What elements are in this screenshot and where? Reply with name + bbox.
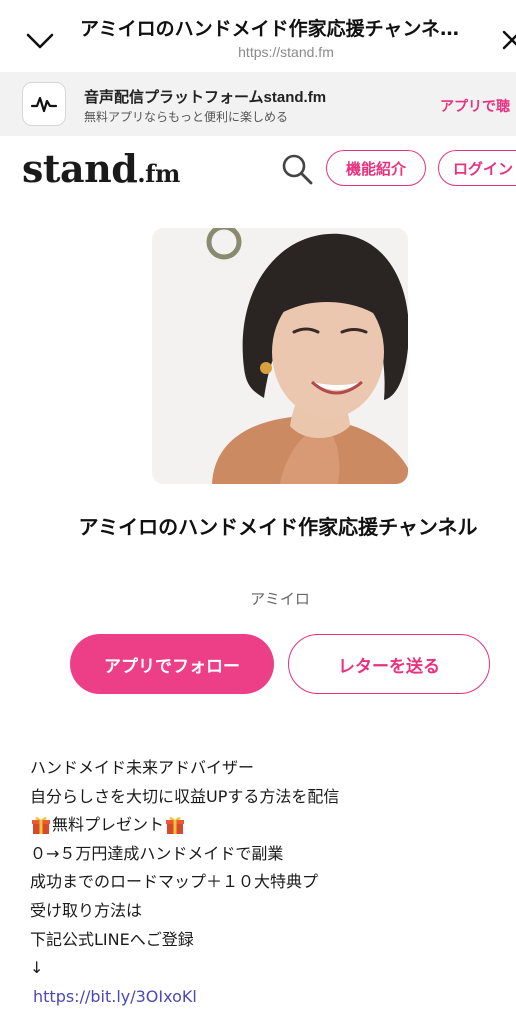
description-line: ↓: [30, 958, 44, 978]
follow-in-app-button[interactable]: アプリでフォロー: [70, 634, 274, 694]
channel-owner[interactable]: アミイロ: [80, 588, 480, 609]
logo-main: stand: [22, 146, 138, 191]
description-line: 無料プレゼント: [30, 811, 486, 840]
app-banner-subtitle: 無料アプリならもっと便利に楽しめる: [84, 110, 289, 124]
gift-icon: [166, 817, 185, 835]
send-letter-button[interactable]: レターを送る: [288, 634, 490, 694]
login-button[interactable]: ログイン: [438, 150, 516, 186]
channel-title: アミイロのハンドメイド作家応援チャンネル: [78, 515, 478, 539]
description-line: 下記公式LINEへご登録: [30, 929, 194, 949]
logo-suffix: .fm: [137, 159, 180, 188]
description-line: ０→５万円達成ハンドメイドで副業: [30, 843, 284, 863]
app-banner-title: 音声配信プラットフォームstand.fm: [84, 89, 327, 106]
page-url: https://stand.fm: [238, 44, 334, 60]
app-banner[interactable]: 音声配信プラットフォームstand.fm 無料アプリならもっと便利に楽しめる ア…: [0, 72, 516, 136]
description-line: https://bit.ly/3OIxoKl: [30, 983, 486, 1012]
gift-icon: [32, 817, 50, 835]
page-title: アミイロのハンドメイド作家応援チャンネ…: [80, 18, 460, 40]
description-text: 無料プレゼント: [52, 815, 165, 835]
close-icon[interactable]: [502, 24, 516, 54]
stand-fm-logo[interactable]: stand.fm: [22, 146, 180, 191]
description-line: ハンドメイド未来アドバイザー: [30, 758, 255, 777]
browser-bar: アミイロのハンドメイド作家応援チャンネ… https://stand.fm: [0, 0, 516, 72]
line-registration-link[interactable]: https://bit.ly/3OIxoKl: [30, 983, 197, 1012]
chevron-down-icon[interactable]: [22, 26, 58, 56]
channel-avatar: [152, 228, 408, 484]
search-icon[interactable]: [280, 152, 314, 186]
waveform-icon: [22, 82, 66, 126]
description-line: 自分らしさを大切に収益UPする方法を配信: [30, 786, 340, 806]
description-line: 受け取り方法は: [30, 900, 143, 920]
site-header: stand.fm 機能紹介 ログイン: [0, 136, 516, 200]
features-button[interactable]: 機能紹介: [326, 150, 426, 186]
description-line: 成功までのロードマップ＋１０大特典プ: [30, 872, 319, 892]
open-in-app-link[interactable]: アプリで聴: [440, 96, 510, 116]
channel-description: ハンドメイド未来アドバイザー 自分らしさを大切に収益UPする方法を配信 無料プレ…: [30, 754, 486, 1011]
